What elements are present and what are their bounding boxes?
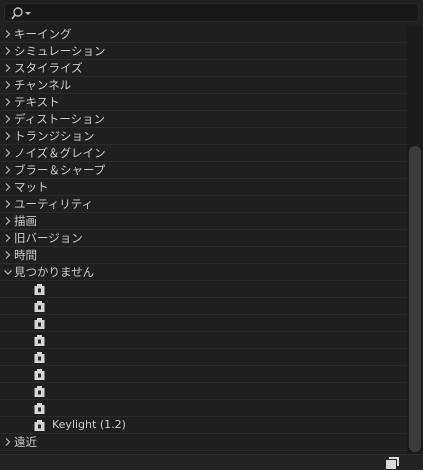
category-row[interactable]: キーイング (0, 26, 407, 43)
category-label: 旧バージョン (14, 231, 83, 245)
chevron-down-icon[interactable] (3, 264, 13, 280)
effect-plugin-icon (34, 318, 45, 329)
category-label: 見つかりません (14, 265, 95, 279)
effect-item-row[interactable] (0, 400, 407, 417)
category-label: ディストーション (14, 112, 105, 126)
effect-item-row[interactable] (0, 315, 407, 332)
category-label: ブラー＆シャープ (14, 163, 106, 177)
category-label: トランジション (14, 129, 95, 143)
effect-plugin-icon (34, 420, 45, 431)
category-row[interactable]: 時間 (0, 247, 407, 264)
search-input[interactable] (35, 5, 413, 20)
category-label: スタイライズ (14, 61, 83, 75)
effects-presets-panel: キーイングシミュレーション スタイライズ チャンネルテキストディストーション トランジ… (0, 0, 423, 470)
scrollbar-thumb[interactable] (409, 146, 421, 452)
chevron-right-icon[interactable] (3, 111, 13, 127)
category-label: チャンネル (14, 78, 72, 92)
category-row[interactable]: マット (0, 179, 407, 196)
category-label: テキスト (14, 95, 60, 109)
category-label: 描画 (14, 214, 37, 228)
chevron-right-icon[interactable] (3, 196, 13, 212)
category-row[interactable]: シミュレーション (0, 43, 407, 60)
category-row[interactable]: 旧バージョン (0, 230, 407, 247)
chevron-right-icon[interactable] (3, 162, 13, 178)
effect-item-row[interactable] (0, 281, 407, 298)
effect-plugin-icon (34, 403, 45, 414)
chevron-right-icon[interactable] (3, 60, 13, 76)
chevron-right-icon[interactable] (3, 179, 13, 195)
vertical-scrollbar[interactable] (407, 26, 423, 454)
category-label: シミュレーション (14, 44, 106, 58)
effect-plugin-icon (34, 352, 45, 363)
chevron-right-icon[interactable] (3, 26, 13, 42)
effect-item-row[interactable] (0, 349, 407, 366)
category-row[interactable]: 描画 (0, 213, 407, 230)
effect-item-row[interactable] (0, 383, 407, 400)
effect-plugin-icon (34, 369, 45, 380)
category-row[interactable]: テキスト (0, 94, 407, 111)
category-row[interactable]: ディストーション (0, 111, 407, 128)
effect-plugin-icon (34, 335, 45, 346)
effect-item-row[interactable]: Keylight (1.2) (0, 417, 407, 434)
category-row[interactable]: 見つかりません (0, 264, 407, 281)
effect-item-label: Keylight (1.2) (52, 418, 126, 431)
chevron-right-icon[interactable] (3, 247, 13, 263)
chevron-right-icon[interactable] (3, 94, 13, 110)
new-bin-icon[interactable] (386, 457, 399, 469)
chevron-right-icon[interactable] (3, 230, 13, 246)
effect-plugin-icon (34, 284, 45, 295)
chevron-right-icon[interactable] (3, 213, 13, 229)
category-row[interactable]: トランジション (0, 128, 407, 145)
category-label: 時間 (14, 248, 37, 262)
category-row[interactable]: チャンネル (0, 77, 407, 94)
effect-item-row[interactable] (0, 298, 407, 315)
category-label: 遠近 (14, 435, 37, 449)
chevron-right-icon[interactable] (3, 434, 13, 450)
category-row[interactable]: 遠近 (0, 434, 407, 451)
search-bar[interactable] (4, 3, 419, 22)
category-row[interactable]: ブラー＆シャープ (0, 162, 407, 179)
effect-plugin-icon (34, 301, 45, 312)
search-icon[interactable] (11, 6, 33, 20)
effect-item-row[interactable] (0, 366, 407, 383)
effects-tree: キーイングシミュレーション スタイライズ チャンネルテキストディストーション トランジ… (0, 26, 407, 454)
chevron-right-icon[interactable] (3, 43, 13, 59)
category-row[interactable]: ノイズ＆グレイン (0, 145, 407, 162)
category-label: キーイング (14, 27, 72, 41)
chevron-right-icon[interactable] (3, 145, 13, 161)
panel-footer (0, 454, 423, 470)
category-label: ノイズ＆グレイン (14, 146, 106, 160)
chevron-right-icon[interactable] (3, 77, 13, 93)
category-row[interactable]: ユーティリティ (0, 196, 407, 213)
effect-plugin-icon (34, 386, 45, 397)
chevron-right-icon[interactable] (3, 128, 13, 144)
category-row[interactable]: スタイライズ (0, 60, 407, 77)
category-label: ユーティリティ (14, 197, 94, 211)
category-label: マット (14, 180, 49, 194)
effect-item-row[interactable] (0, 332, 407, 349)
